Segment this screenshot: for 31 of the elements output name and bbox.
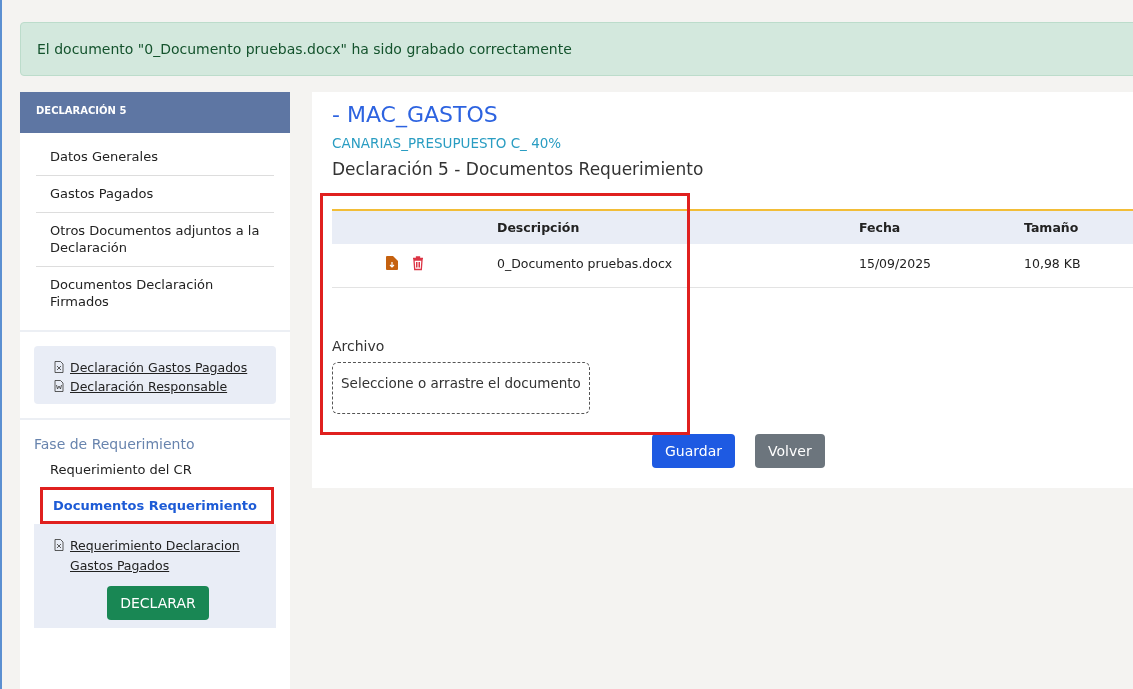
column-header: Tamaño: [1024, 220, 1079, 235]
sidebar-item[interactable]: Documentos Requerimiento: [40, 487, 274, 524]
sidebar-item[interactable]: Datos Generales: [36, 139, 274, 176]
page-subtitle: CANARIAS_PRESUPUESTO C_ 40%: [332, 135, 563, 151]
sidebar-header: DECLARACIÓN 5: [20, 92, 290, 133]
document-link[interactable]: Requerimiento Declaracion Gastos Pagados: [70, 536, 262, 576]
file-dropzone[interactable]: Seleccione o arrastre el documento: [332, 362, 590, 414]
section-title: Fase de Requerimiento: [33, 436, 196, 454]
document-link[interactable]: Declaración Gastos Pagados: [70, 358, 248, 377]
section-heading: Declaración 5 - Documentos Requerimiento: [332, 159, 705, 179]
document-link[interactable]: Declaración Responsable: [70, 377, 228, 396]
table-cell: 15/09/2025: [859, 255, 932, 271]
page-title: - MAC_GASTOS: [332, 102, 499, 127]
word-file-icon: [54, 380, 64, 392]
table-cell: 10,98 KB: [1024, 255, 1081, 271]
sidebar-item[interactable]: Documentos Declaración Firmados: [36, 267, 274, 320]
column-header: Descripción: [497, 220, 580, 235]
success-alert: El documento "0_Documento pruebas.docx" ha sido grabado correctamente: [20, 22, 1133, 76]
sidebar-item[interactable]: Gastos Pagados: [36, 176, 274, 213]
download-file-icon[interactable]: [386, 255, 398, 271]
excel-file-icon: [54, 361, 64, 373]
save-button[interactable]: Guardar: [652, 434, 736, 468]
back-button[interactable]: Volver: [755, 434, 825, 468]
trash-icon[interactable]: [412, 255, 424, 271]
sidebar-item[interactable]: Otros Documentos adjuntos a la Declaración: [36, 213, 274, 267]
field-label: Archivo: [332, 338, 386, 354]
column-header: Fecha: [859, 220, 901, 235]
sidebar-item[interactable]: Requerimiento del CR: [20, 462, 290, 487]
excel-file-icon: [54, 539, 64, 551]
table-cell: 0_Documento pruebas.docx: [497, 255, 673, 271]
declare-button[interactable]: DECLARAR: [107, 586, 209, 620]
